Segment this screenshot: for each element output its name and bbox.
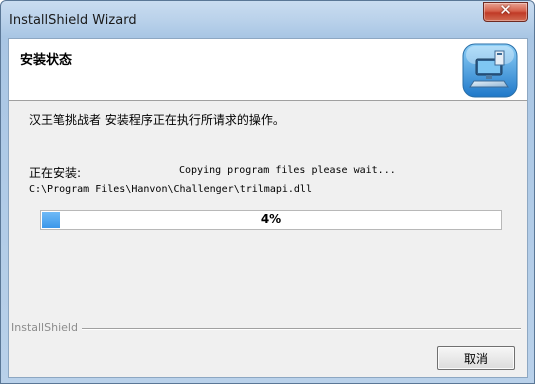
dialog-client-area: 安装状态 汉王笔挑战者 安装程序正在执行所请求的操作。 正在安装: Copyin… [8,38,528,378]
window-title: InstallShield Wizard [9,13,137,28]
header-panel: 安装状态 [9,39,527,101]
close-button[interactable]: ✕ [483,1,528,22]
installing-label: 正在安装: [29,166,82,180]
action-text: Copying program files please wait... [179,165,396,176]
close-icon: ✕ [499,1,512,19]
current-file-path: C:\Program Files\Hanvon\Challenger\trilm… [29,184,312,195]
page-title: 安装状态 [20,53,73,68]
brand-label: InstallShield [11,321,82,334]
progress-bar: 4% [40,210,502,230]
title-bar[interactable]: InstallShield Wizard ✕ [1,1,534,39]
brand-divider: InstallShield [9,321,521,335]
installer-window: InstallShield Wizard ✕ 安装状态 汉王笔挑战者 安装程序正… [0,0,535,384]
divider-line [79,328,521,330]
cancel-button[interactable]: 取消 [437,346,515,370]
installer-computer-icon [462,43,518,98]
progress-percent-label: 4% [260,212,282,226]
status-message: 汉王笔挑战者 安装程序正在执行所请求的操作。 [29,113,285,127]
cancel-button-label: 取消 [463,352,488,366]
